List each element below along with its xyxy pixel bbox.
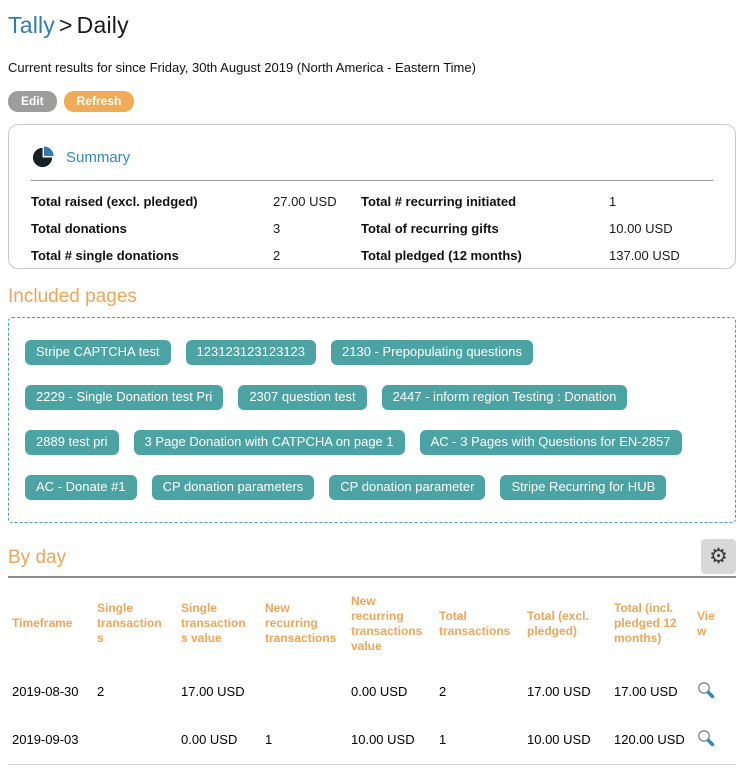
summary-card-header: Summary	[31, 145, 713, 170]
summary-title: Summary	[66, 149, 130, 166]
cell-total-incl-pledged: 17.00 USD	[610, 668, 693, 716]
cell-new-recurring-transactions-value: 0.00 USD	[347, 668, 435, 716]
page-tag[interactable]: 2889 test pri	[25, 430, 119, 455]
summary-card: Summary Total raised (excl. pledged) 27.…	[8, 124, 736, 269]
cell-new-recurring-transactions	[261, 668, 347, 716]
cell-total-incl-pledged: 120.00 USD	[610, 716, 693, 765]
page-tag[interactable]: AC - 3 Pages with Questions for EN-2857	[420, 430, 682, 455]
cell-new-recurring-transactions: 1	[261, 716, 347, 765]
stat-label: Total of recurring gifts	[361, 215, 609, 242]
stat-label: Total # single donations	[31, 242, 273, 269]
page-tag[interactable]: CP donation parameter	[329, 475, 485, 500]
edit-button[interactable]: Edit	[8, 91, 57, 112]
col-header-total-transactions: Total transactions	[435, 578, 523, 668]
cell-new-recurring-transactions-value: 10.00 USD	[347, 716, 435, 765]
col-header-single-transactions-value: Single transactions value	[177, 578, 261, 668]
stat-value: 1	[609, 188, 713, 215]
toolbar: Edit Refresh	[8, 91, 736, 112]
page-tag[interactable]: CP donation parameters	[152, 475, 315, 500]
included-pages-title: Included pages	[8, 286, 736, 308]
results-period-text: Current results for since Friday, 30th A…	[8, 60, 736, 75]
col-header-single-transactions: Single transactions	[93, 578, 177, 668]
view-row-button[interactable]	[697, 729, 716, 751]
stat-label: Total # recurring initiated	[361, 188, 609, 215]
by-day-title: By day	[8, 547, 66, 569]
included-pages-box: Stripe CAPTCHA test 123123123123123 2130…	[8, 317, 736, 523]
summary-divider	[31, 180, 713, 181]
cell-total-excl-pledged: 17.00 USD	[523, 668, 610, 716]
cell-view	[693, 668, 736, 716]
stat-value: 3	[273, 215, 361, 242]
cell-single-transactions	[93, 716, 177, 765]
cell-total-excl-pledged: 10.00 USD	[523, 716, 610, 765]
refresh-button[interactable]: Refresh	[64, 91, 135, 112]
magnifier-icon	[697, 729, 716, 748]
summary-row: Total # single donations 2 Total pledged…	[31, 242, 713, 269]
table-row: 2019-08-30 2 17.00 USD 0.00 USD 2 17.00 …	[8, 668, 736, 716]
col-header-new-recurring-transactions: New recurring transactions	[261, 578, 347, 668]
cell-single-transactions-value: 0.00 USD	[177, 716, 261, 765]
col-header-view: View	[693, 578, 736, 668]
cell-view	[693, 716, 736, 765]
page: Tally>Daily Current results for since Fr…	[0, 0, 744, 773]
magnifier-icon	[697, 681, 716, 700]
table-header-row: Timeframe Single transactions Single tra…	[8, 578, 736, 668]
by-day-header: By day ⚙	[8, 541, 736, 575]
by-day-table: Timeframe Single transactions Single tra…	[8, 578, 736, 765]
stat-value: 2	[273, 242, 361, 269]
summary-row: Total donations 3 Total of recurring gif…	[31, 215, 713, 242]
breadcrumb-current: Daily	[77, 12, 129, 38]
cell-total-transactions: 2	[435, 668, 523, 716]
summary-row: Total raised (excl. pledged) 27.00 USD T…	[31, 188, 713, 215]
stat-label: Total pledged (12 months)	[361, 242, 609, 269]
page-tag[interactable]: Stripe Recurring for HUB	[500, 475, 666, 500]
col-header-new-recurring-transactions-value: New recurring transactions value	[347, 578, 435, 668]
page-tag[interactable]: 3 Page Donation with CATPCHA on page 1	[134, 430, 405, 455]
page-tag[interactable]: 2229 - Single Donation test Pri	[25, 385, 223, 410]
summary-stats: Total raised (excl. pledged) 27.00 USD T…	[31, 188, 713, 269]
stat-value: 27.00 USD	[273, 188, 361, 215]
page-tag[interactable]: 2307 question test	[238, 385, 366, 410]
breadcrumb-separator: >	[55, 12, 77, 38]
stat-value: 137.00 USD	[609, 242, 713, 269]
col-header-total-excl-pledged: Total (excl. pledged)	[523, 578, 610, 668]
pie-chart-icon	[31, 145, 56, 170]
page-tag[interactable]: 123123123123123	[186, 340, 316, 365]
stat-label: Total donations	[31, 215, 273, 242]
page-tag[interactable]: 2130 - Prepopulating questions	[331, 340, 533, 365]
gear-icon: ⚙	[709, 546, 728, 567]
stat-label: Total raised (excl. pledged)	[31, 188, 273, 215]
view-row-button[interactable]	[697, 681, 716, 703]
col-header-total-incl-pledged: Total (incl. pledged 12 months)	[610, 578, 693, 668]
settings-button[interactable]: ⚙	[701, 539, 736, 574]
page-tag[interactable]: AC - Donate #1	[25, 475, 137, 500]
cell-total-transactions: 1	[435, 716, 523, 765]
page-title: Tally>Daily	[8, 12, 736, 39]
table-row: 2019-09-03 0.00 USD 1 10.00 USD 1 10.00 …	[8, 716, 736, 765]
breadcrumb-tally-link[interactable]: Tally	[8, 12, 55, 38]
stat-value: 10.00 USD	[609, 215, 713, 242]
cell-single-transactions: 2	[93, 668, 177, 716]
col-header-timeframe: Timeframe	[8, 578, 93, 668]
cell-timeframe: 2019-09-03	[8, 716, 93, 765]
cell-single-transactions-value: 17.00 USD	[177, 668, 261, 716]
page-tag[interactable]: Stripe CAPTCHA test	[25, 340, 171, 365]
cell-timeframe: 2019-08-30	[8, 668, 93, 716]
page-tag[interactable]: 2447 - inform region Testing : Donation	[382, 385, 628, 410]
